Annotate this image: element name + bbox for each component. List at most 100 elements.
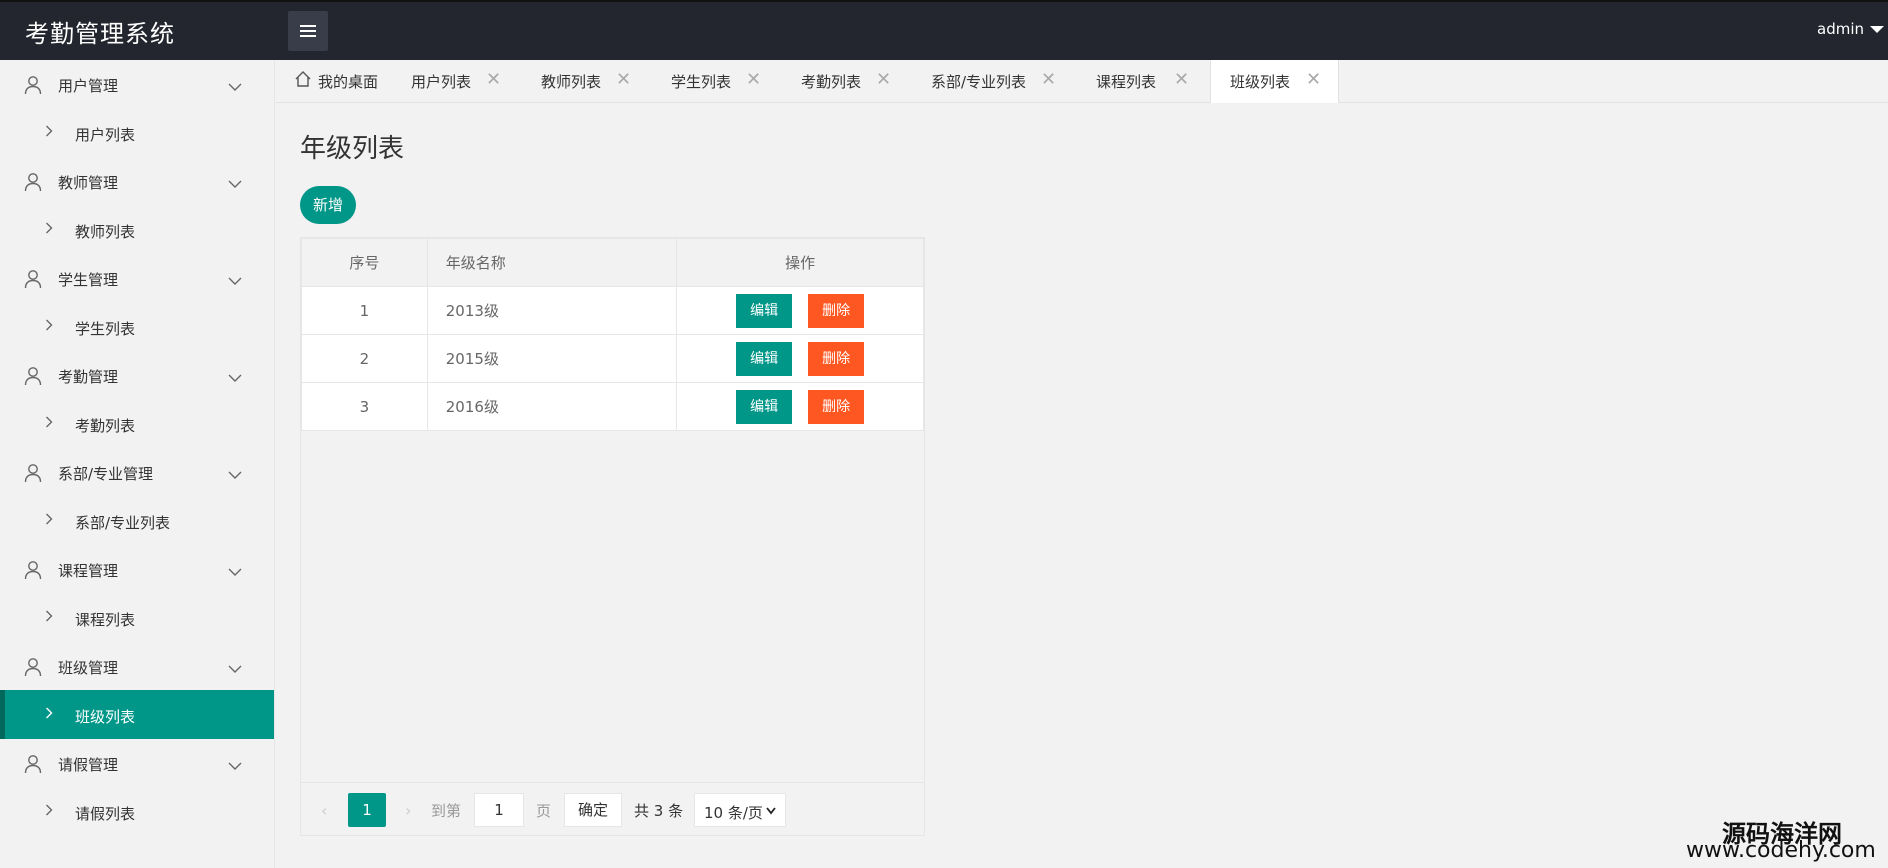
current-page-button[interactable]: 1 bbox=[348, 793, 386, 827]
cell-grade-name: 2016级 bbox=[426, 382, 678, 431]
chevron-right-icon bbox=[46, 319, 53, 331]
close-icon[interactable]: ✕ bbox=[876, 71, 891, 89]
sidebar-item-label: 请假列表 bbox=[75, 805, 136, 823]
sidebar-item[interactable]: 班级列表 bbox=[0, 690, 274, 739]
tab-teacher-list[interactable]: 教师列表 ✕ bbox=[521, 60, 651, 103]
tab-class-list[interactable]: 班级列表 ✕ bbox=[1210, 60, 1339, 103]
chevron-right-icon bbox=[46, 513, 53, 525]
sidebar-toggle-button[interactable] bbox=[288, 11, 328, 51]
caret-down-icon[interactable] bbox=[1870, 26, 1884, 33]
close-icon[interactable]: ✕ bbox=[1041, 71, 1056, 89]
close-icon[interactable]: ✕ bbox=[1306, 71, 1321, 89]
user-icon bbox=[24, 754, 42, 774]
sidebar: 用户管理用户列表教师管理教师列表学生管理学生列表考勤管理考勤列表 系部/专业管理系… bbox=[0, 60, 275, 868]
sidebar-item[interactable]: 请假列表 bbox=[0, 787, 274, 836]
total-count: 共 3 条 bbox=[634, 802, 684, 820]
grade-table: 序号 年级名称 操作 1 2013级 编辑 删除 2 2015级 编辑 删除 3… bbox=[301, 238, 924, 431]
sidebar-item-label: 学生列表 bbox=[75, 320, 136, 338]
prev-page-icon[interactable]: ‹ bbox=[321, 801, 327, 820]
sidebar-group[interactable]: 系部/专业管理 bbox=[0, 448, 274, 496]
sidebar-group[interactable]: 用户管理 bbox=[0, 60, 274, 108]
tab-label: 学生列表 bbox=[671, 73, 732, 91]
cell-actions: 编辑 删除 bbox=[676, 286, 924, 335]
sidebar-item[interactable]: 学生列表 bbox=[0, 302, 274, 351]
sidebar-item-label: 系部/专业列表 bbox=[75, 514, 171, 532]
tab-desktop[interactable]: 我的桌面 bbox=[276, 60, 391, 103]
cell-grade-name: 2015级 bbox=[426, 334, 678, 383]
delete-button[interactable]: 删除 bbox=[808, 341, 865, 376]
sidebar-group-label: 用户管理 bbox=[58, 77, 119, 95]
sidebar-group-label: 考勤管理 bbox=[58, 368, 119, 386]
sidebar-group[interactable]: 教师管理 bbox=[0, 157, 274, 205]
tab-label: 教师列表 bbox=[541, 73, 602, 91]
user-menu[interactable]: admin bbox=[1817, 20, 1864, 38]
sidebar-group[interactable]: 课程管理 bbox=[0, 545, 274, 593]
edit-button[interactable]: 编辑 bbox=[736, 389, 793, 424]
goto-page-input[interactable] bbox=[474, 793, 524, 827]
sidebar-item[interactable]: 系部/专业列表 bbox=[0, 496, 274, 545]
sidebar-group-label: 学生管理 bbox=[58, 271, 119, 289]
chevron-right-icon bbox=[46, 610, 53, 622]
user-icon bbox=[24, 657, 42, 677]
header-top-line bbox=[0, 0, 1888, 2]
chevron-down-icon bbox=[228, 756, 242, 770]
chevron-down-icon bbox=[228, 368, 242, 382]
tab-label: 课程列表 bbox=[1096, 73, 1157, 91]
close-icon[interactable]: ✕ bbox=[746, 71, 761, 89]
close-icon[interactable]: ✕ bbox=[616, 71, 631, 89]
cell-index: 1 bbox=[301, 286, 428, 335]
sidebar-group[interactable]: 考勤管理 bbox=[0, 351, 274, 399]
table-row: 2 2015级 编辑 删除 bbox=[301, 334, 924, 383]
close-icon[interactable]: ✕ bbox=[1174, 71, 1189, 89]
delete-button[interactable]: 删除 bbox=[808, 389, 865, 424]
user-icon bbox=[24, 366, 42, 386]
page-size-select[interactable]: 10 条/页 bbox=[694, 793, 786, 827]
tab-attendance-list[interactable]: 考勤列表 ✕ bbox=[781, 60, 911, 103]
grade-table-panel: 序号 年级名称 操作 1 2013级 编辑 删除 2 2015级 编辑 删除 3… bbox=[300, 237, 925, 836]
tab-student-list[interactable]: 学生列表 ✕ bbox=[651, 60, 781, 103]
user-icon bbox=[24, 172, 42, 192]
edit-button[interactable]: 编辑 bbox=[736, 293, 793, 328]
sidebar-group-label: 请假管理 bbox=[58, 756, 119, 774]
sidebar-item[interactable]: 用户列表 bbox=[0, 108, 274, 157]
watermark-en: www.codehy.com bbox=[1686, 838, 1876, 863]
sidebar-item[interactable]: 课程列表 bbox=[0, 593, 274, 642]
confirm-page-button[interactable]: 确定 bbox=[564, 793, 622, 827]
chevron-down-icon bbox=[228, 271, 242, 285]
tab-label: 系部/专业列表 bbox=[931, 73, 1027, 91]
sidebar-group[interactable]: 班级管理 bbox=[0, 642, 274, 690]
sidebar-item-label: 用户列表 bbox=[75, 126, 136, 144]
chevron-down-icon bbox=[228, 77, 242, 91]
sidebar-item[interactable]: 教师列表 bbox=[0, 205, 274, 254]
sidebar-group[interactable]: 学生管理 bbox=[0, 254, 274, 302]
pagination: ‹ 1 › 到第 页 确定 共 3 条 10 条/页 bbox=[301, 782, 924, 836]
sidebar-item-label: 课程列表 bbox=[75, 611, 136, 629]
table-row: 1 2013级 编辑 删除 bbox=[301, 286, 924, 335]
delete-button[interactable]: 删除 bbox=[808, 293, 865, 328]
sidebar-group-label: 课程管理 bbox=[58, 562, 119, 580]
cell-grade-name: 2013级 bbox=[426, 286, 678, 335]
cell-index: 3 bbox=[301, 382, 428, 431]
add-button[interactable]: 新增 bbox=[300, 186, 356, 224]
chevron-down-icon bbox=[228, 562, 242, 576]
tab-user-list[interactable]: 用户列表 ✕ bbox=[391, 60, 521, 103]
top-header: 考勤管理系统 admin bbox=[0, 0, 1888, 60]
sidebar-item[interactable]: 考勤列表 bbox=[0, 399, 274, 448]
column-header-actions: 操作 bbox=[676, 238, 924, 287]
tab-label: 考勤列表 bbox=[801, 73, 862, 91]
user-icon bbox=[24, 463, 42, 483]
sidebar-group[interactable]: 请假管理 bbox=[0, 739, 274, 787]
close-icon[interactable]: ✕ bbox=[486, 71, 501, 89]
chevron-right-icon bbox=[46, 125, 53, 137]
edit-button[interactable]: 编辑 bbox=[736, 341, 793, 376]
user-icon bbox=[24, 269, 42, 289]
sidebar-group-label: 教师管理 bbox=[58, 174, 119, 192]
next-page-icon[interactable]: › bbox=[405, 801, 411, 820]
tab-department-list[interactable]: 系部/专业列表 ✕ bbox=[911, 60, 1076, 103]
tab-course-list[interactable]: 课程列表 ✕ bbox=[1076, 60, 1210, 103]
chevron-right-icon bbox=[46, 804, 53, 816]
goto-label: 到第 bbox=[431, 802, 462, 820]
app-title: 考勤管理系统 bbox=[25, 20, 175, 48]
user-icon bbox=[24, 560, 42, 580]
table-row: 3 2016级 编辑 删除 bbox=[301, 382, 924, 431]
